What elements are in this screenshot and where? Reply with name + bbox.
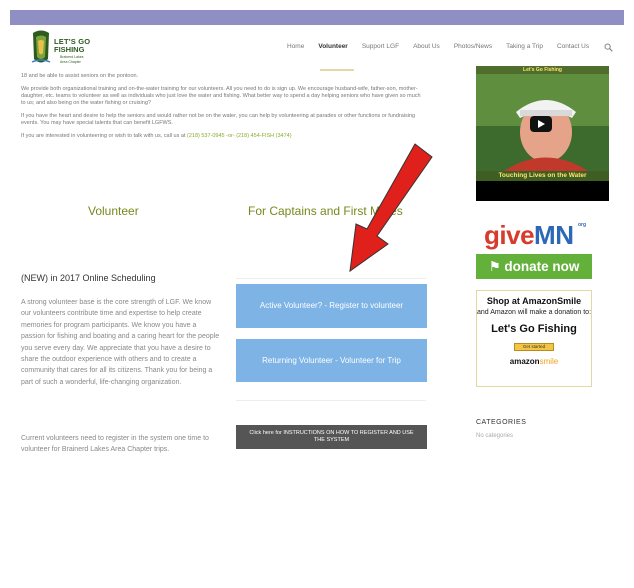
volunteer-heading: Volunteer (88, 204, 139, 218)
returning-volunteer-button[interactable]: Returning Volunteer - Volunteer for Trip (236, 339, 427, 382)
amazonsmile-logo-smile: smile (539, 357, 559, 366)
logo-line-4: Area Chapter (60, 60, 81, 64)
categories-heading: CATEGORIES (476, 419, 527, 426)
logo-line-3: Brainerd Lakes (60, 55, 84, 59)
intro-text: 18 and be able to assist seniors on the … (21, 73, 421, 146)
contact-prefix: If you are interested in volunteering or… (21, 133, 187, 139)
video-caption-bottom: Touching Lives on the Water (476, 171, 609, 181)
top-bar (10, 10, 624, 25)
nav-item-contact-us[interactable]: Contact Us (557, 43, 589, 50)
video-caption-top: Let's Go Fishing (476, 66, 609, 74)
play-icon[interactable] (530, 116, 552, 132)
nav-item-about-us[interactable]: About Us (413, 43, 440, 50)
video-embed[interactable]: Let's Go Fishing Touching Lives on the W… (476, 66, 609, 201)
intro-paragraph: 18 and be able to assist seniors on the … (21, 73, 139, 79)
site-header: LET'S GO FISHING Brainerd Lakes Area Cha… (10, 25, 624, 71)
fish-logo-icon (31, 30, 51, 63)
categories-empty-text: No categories (476, 433, 514, 439)
donate-flag-icon: ⚑ (488, 259, 505, 274)
search-icon[interactable] (604, 43, 613, 52)
online-scheduling-heading: (NEW) in 2017 Online Scheduling (21, 273, 156, 283)
video-bottom-bar (476, 181, 609, 201)
givemn-logo-org: org (578, 222, 587, 228)
nav-item-taking-a-trip[interactable]: Taking a Trip (506, 43, 543, 50)
volunteer-description: A strong volunteer base is the core stre… (21, 299, 220, 386)
instructions-button[interactable]: Click here for INSTRUCTIONS ON HOW TO RE… (236, 425, 427, 449)
nav-item-support-lgf[interactable]: Support LGF (362, 43, 399, 50)
active-volunteer-register-button[interactable]: Active Volunteer? - Register to voluntee… (236, 284, 427, 328)
amazonsmile-get-started-button[interactable]: Get started (514, 343, 554, 351)
amazonsmile-org: Let's Go Fishing (491, 323, 577, 335)
nav-item-volunteer[interactable]: Volunteer (318, 43, 348, 50)
phone-numbers: (218) 537-0945 -or- (218) 454-FISH (3474… (187, 133, 292, 139)
givemn-logo-mn: MN (534, 220, 574, 250)
site-logo[interactable]: LET'S GO FISHING Brainerd Lakes Area Cha… (30, 29, 100, 67)
givemn-logo-give: give (484, 220, 535, 250)
donate-now-label: donate now (504, 259, 580, 274)
intro-paragraph: We provide both organizational training … (21, 86, 421, 106)
intro-paragraph: If you have the heart and desire to help… (21, 113, 416, 126)
amazonsmile-widget[interactable]: Shop at AmazonSmile and Amazon will make… (476, 290, 592, 387)
contact-paragraph: If you are interested in volunteering or… (21, 133, 421, 140)
givemn-widget[interactable]: giveMN org ⚑ donate now (476, 214, 592, 280)
amazonsmile-logo-brand: amazon (509, 357, 540, 366)
main-nav: Home Volunteer Support LGF About Us Phot… (287, 43, 603, 50)
donate-now-button[interactable]: ⚑ donate now (476, 254, 592, 279)
nav-active-underline (320, 69, 354, 71)
red-arrow-annotation (349, 143, 433, 273)
divider (236, 278, 426, 279)
registration-note: Current volunteers need to register in t… (21, 435, 209, 454)
amazonsmile-subtitle: and Amazon will make a donation to: (477, 309, 592, 316)
givemn-logo: giveMN (484, 220, 574, 251)
logo-line-2: FISHING (54, 45, 85, 54)
amazonsmile-title: Shop at AmazonSmile (486, 296, 582, 306)
nav-item-photos-news[interactable]: Photos/News (454, 43, 492, 50)
divider (236, 400, 426, 401)
nav-item-home[interactable]: Home (287, 43, 304, 50)
amazonsmile-logo: amazonsmile (477, 357, 591, 366)
